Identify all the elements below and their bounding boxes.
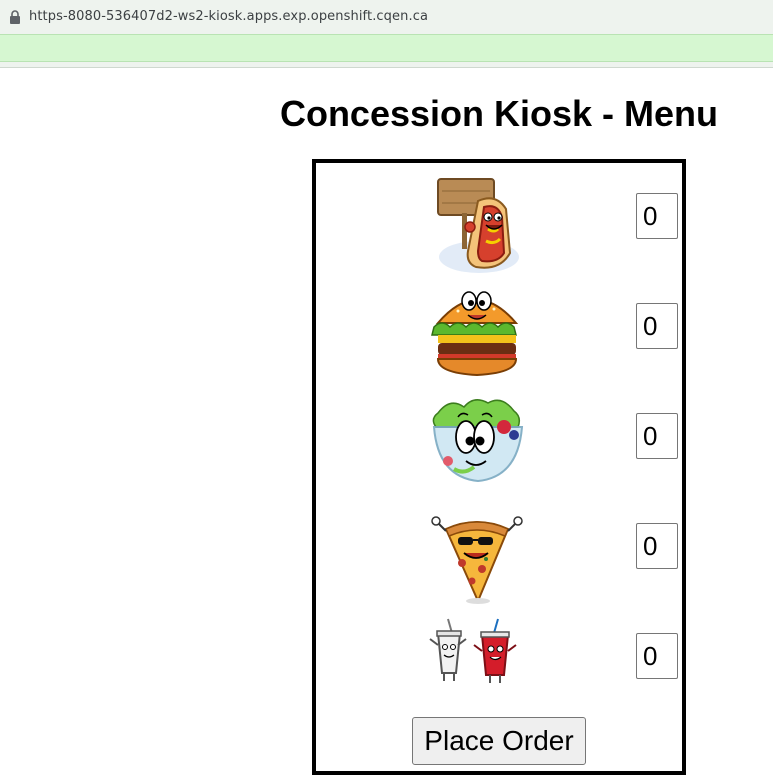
soda-icon [429,618,517,683]
place-order-button[interactable]: Place Order [412,717,586,765]
menu-item-soda [424,611,678,711]
lock-icon[interactable] [9,9,21,24]
salad-quantity-input[interactable] [636,413,678,459]
page-title: Concession Kiosk - Menu [279,93,719,134]
pizza-quantity-input[interactable] [636,523,678,569]
hamburger-quantity-input[interactable] [636,303,678,349]
pizza-icon [431,516,523,604]
salad-icon [432,399,524,483]
page-load-bar [0,34,773,62]
hotdog-quantity-input[interactable] [636,193,678,239]
soda-quantity-input[interactable] [636,633,678,679]
hamburger-icon [431,291,519,377]
address-bar[interactable]: https-8080-536407d2-ws2-kiosk.apps.exp.o… [0,0,773,33]
menu-item-pizza [424,501,678,604]
hotdog-icon [437,178,519,273]
url-text[interactable]: https-8080-536407d2-ws2-kiosk.apps.exp.o… [29,9,428,24]
menu-item-salad [424,391,678,491]
menu-item-hotdog [424,171,678,273]
browser-toolbar: https-8080-536407d2-ws2-kiosk.apps.exp.o… [0,0,773,68]
menu-panel: Place Order [312,159,686,775]
menu-item-hamburger [424,281,678,381]
